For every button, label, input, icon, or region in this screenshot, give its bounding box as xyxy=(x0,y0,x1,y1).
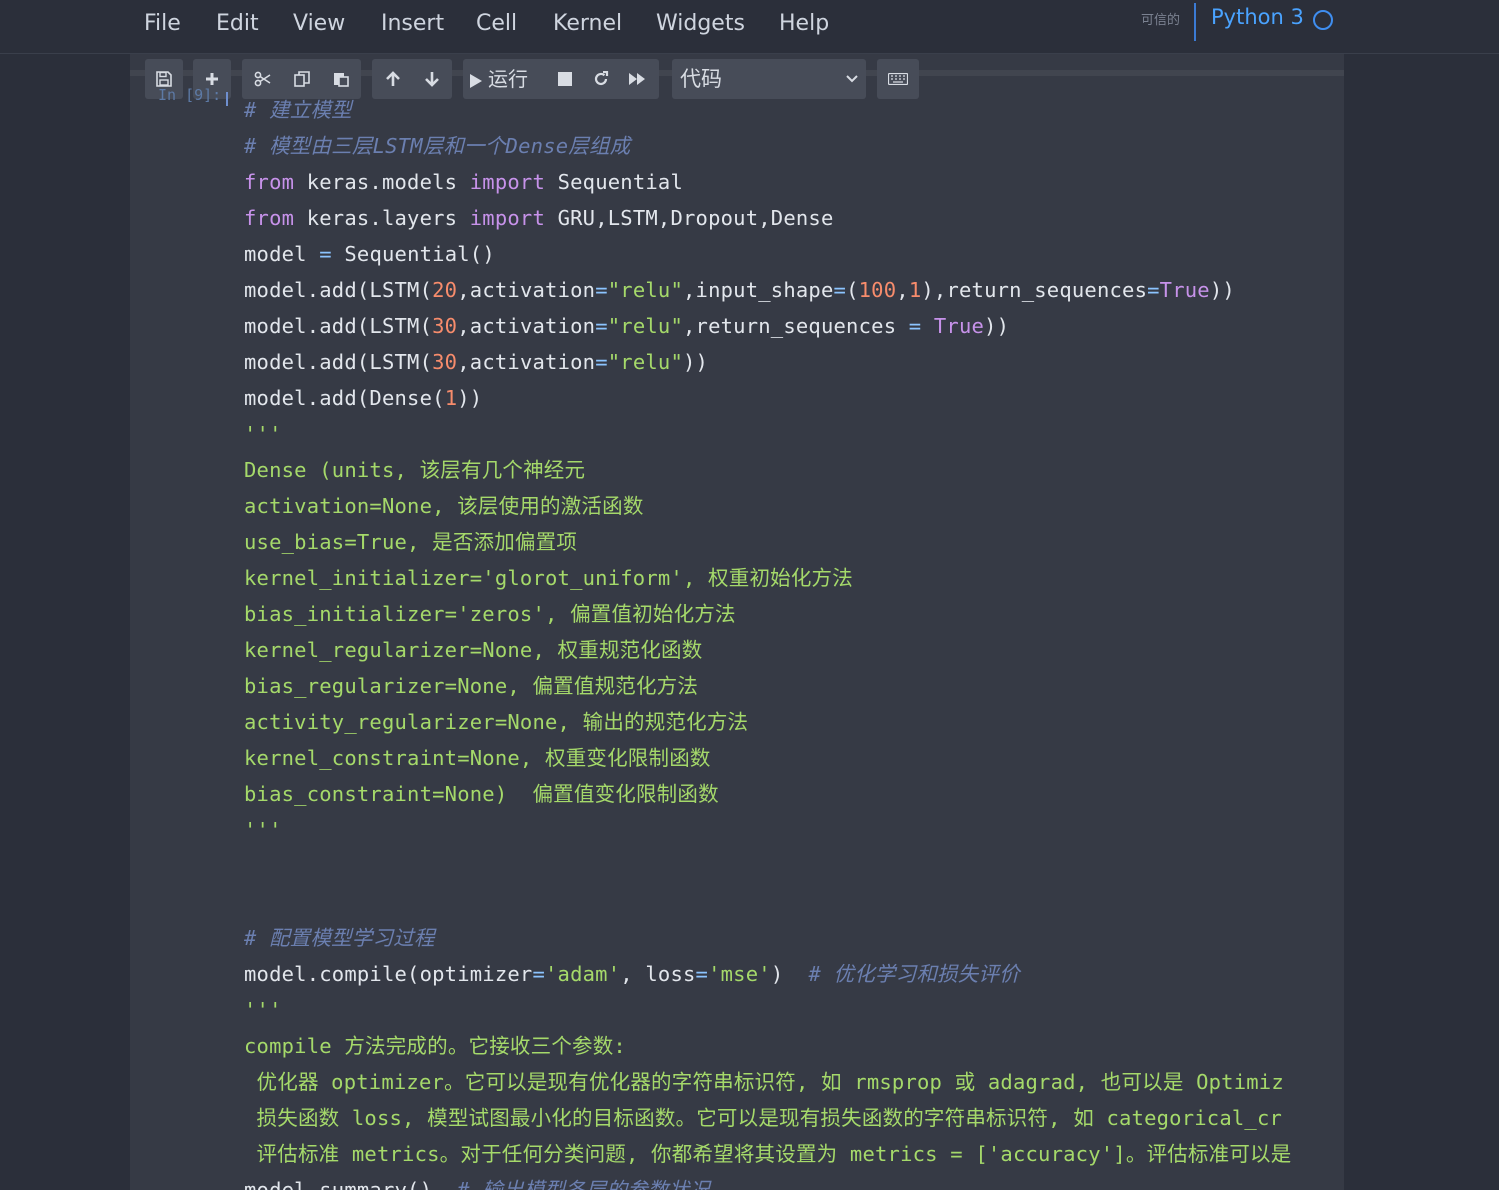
code-line: model.add(Dense(1)) xyxy=(244,386,483,410)
code-line: kernel_initializer='glorot_uniform', 权重初… xyxy=(244,566,853,590)
code-line: model.summary() # 输出模型各层的参数状况 xyxy=(244,1178,711,1190)
code-line: # 建立模型 xyxy=(244,98,352,122)
plus-icon xyxy=(206,73,218,85)
code-line: kernel_regularizer=None, 权重规范化函数 xyxy=(244,638,703,662)
code-line: ''' xyxy=(244,422,282,446)
arrow-down-icon xyxy=(425,72,439,87)
menu-view[interactable]: View xyxy=(293,9,345,39)
code-editor[interactable]: # 建立模型 # 模型由三层LSTM层和一个Dense层组成 from kera… xyxy=(244,92,1318,1190)
menu-widgets[interactable]: Widgets xyxy=(656,9,745,39)
code-line: from keras.layers import GRU,LSTM,Dropou… xyxy=(244,206,834,230)
trusted-indicator[interactable]: 可信的 xyxy=(1141,9,1180,28)
paste-icon xyxy=(334,73,349,87)
code-line: model = Sequential() xyxy=(244,242,495,266)
restart-icon xyxy=(594,70,609,86)
code-line: activation=None, 该层使用的激活函数 xyxy=(244,494,644,518)
code-line: # 配置模型学习过程 xyxy=(244,926,435,950)
code-line: model.add(LSTM(30,activation="relu")) xyxy=(244,350,709,374)
code-line: compile 方法完成的。它接收三个参数: xyxy=(244,1034,626,1058)
menu-cell[interactable]: Cell xyxy=(476,9,517,39)
keyboard-icon xyxy=(887,72,909,86)
play-icon xyxy=(470,74,482,88)
menu-insert[interactable]: Insert xyxy=(381,9,444,39)
arrow-up-icon xyxy=(386,71,400,86)
kernel-idle-indicator-icon xyxy=(1313,10,1333,30)
code-line: # 模型由三层LSTM层和一个Dense层组成 xyxy=(244,134,631,158)
fast-forward-icon xyxy=(629,73,645,85)
code-line: model.compile(optimizer='adam', loss='ms… xyxy=(244,962,1020,986)
code-line: bias_constraint=None) 偏置值变化限制函数 xyxy=(244,782,719,806)
menu-edit[interactable]: Edit xyxy=(216,9,259,39)
code-line: ''' xyxy=(244,998,282,1022)
code-line: bias_initializer='zeros', 偏置值初始化方法 xyxy=(244,602,736,626)
code-line: 损失函数 loss, 模型试图最小化的目标函数。它可以是现有损失函数的字符串标识… xyxy=(244,1106,1283,1130)
code-line: activity_regularizer=None, 输出的规范化方法 xyxy=(244,710,749,734)
kernel-name[interactable]: Python 3 xyxy=(1211,5,1304,29)
kernel-separator xyxy=(1194,3,1196,41)
save-icon xyxy=(156,71,172,87)
menu-help[interactable]: Help xyxy=(779,9,829,39)
code-line: kernel_constraint=None, 权重变化限制函数 xyxy=(244,746,711,770)
notebook-app: File Edit View Insert Cell Kernel Widget… xyxy=(0,0,1499,1190)
code-line: Dense (units, 该层有几个神经元 xyxy=(244,458,586,482)
cell-prompt: In [9]: xyxy=(158,86,222,104)
code-line: use_bias=True, 是否添加偏置项 xyxy=(244,530,578,554)
code-line: model.add(LSTM(20,activation="relu",inpu… xyxy=(244,278,1235,302)
code-line: from keras.models import Sequential xyxy=(244,170,683,194)
code-line: ''' xyxy=(244,818,282,842)
menu-kernel[interactable]: Kernel xyxy=(553,9,622,39)
code-line: bias_regularizer=None, 偏置值规范化方法 xyxy=(244,674,699,698)
copy-icon xyxy=(294,71,310,87)
cell-selection-marker xyxy=(226,92,228,106)
code-line: 评估标准 metrics。对于任何分类问题, 你都希望将其设置为 metrics… xyxy=(244,1142,1292,1166)
stop-icon xyxy=(558,72,572,86)
code-line: model.add(LSTM(30,activation="relu",retu… xyxy=(244,314,1010,338)
menubar: File Edit View Insert Cell Kernel Widget… xyxy=(0,0,1499,54)
menu-file[interactable]: File xyxy=(144,9,181,39)
cell-type-value: 代码 xyxy=(680,67,722,91)
code-line: 优化器 optimizer。它可以是现有优化器的字符串标识符, 如 rmspro… xyxy=(244,1070,1284,1094)
run-button-label: 运行 xyxy=(488,67,528,91)
scissors-icon xyxy=(254,71,271,87)
